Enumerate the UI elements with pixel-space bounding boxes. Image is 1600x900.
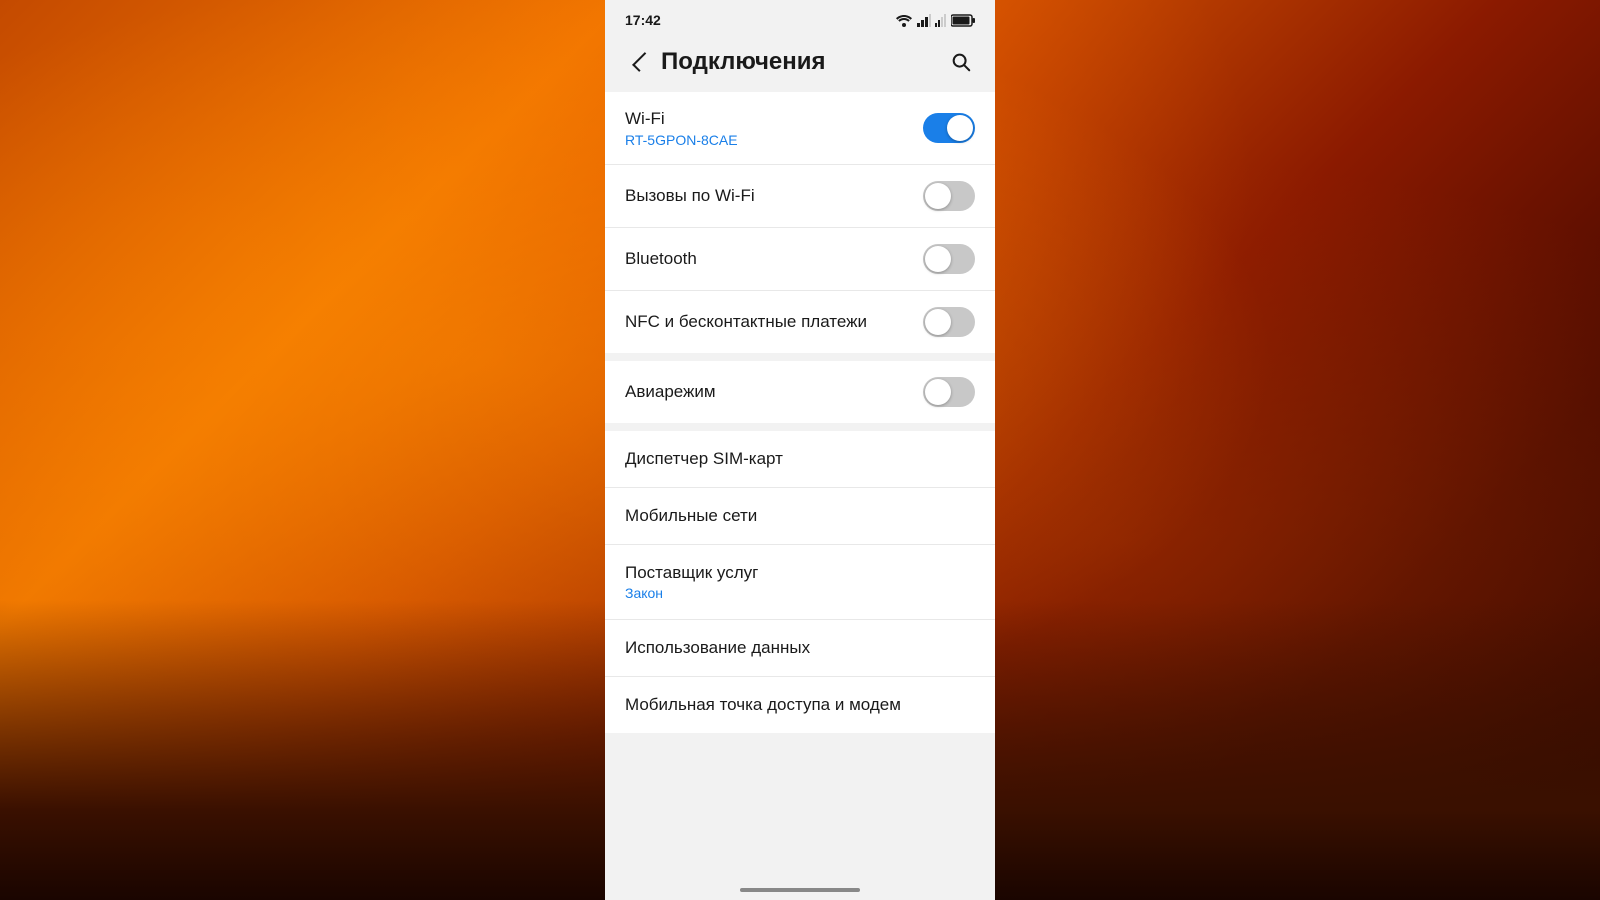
- airplane-item[interactable]: Авиарежим: [605, 361, 995, 423]
- nfc-label: NFC и бесконтактные платежи: [625, 311, 923, 333]
- signal-bars2-icon: [935, 14, 947, 27]
- airplane-text: Авиарежим: [625, 381, 923, 403]
- wifi-sublabel: RT-5GPON-8CAE: [625, 132, 923, 148]
- wifi-text: Wi-Fi RT-5GPON-8CAE: [625, 108, 923, 148]
- sim-manager-item[interactable]: Диспетчер SIM-карт: [605, 431, 995, 488]
- nfc-item[interactable]: NFC и бесконтактные платежи: [605, 291, 995, 353]
- bluetooth-item[interactable]: Bluetooth: [605, 228, 995, 291]
- hotspot-label: Мобильная точка доступа и модем: [625, 695, 901, 715]
- status-bar: 17:42: [605, 0, 995, 36]
- bluetooth-toggle[interactable]: [923, 244, 975, 274]
- mobile-networks-item[interactable]: Мобильные сети: [605, 488, 995, 545]
- service-provider-label: Поставщик услуг: [625, 563, 758, 583]
- bluetooth-label: Bluetooth: [625, 248, 923, 270]
- sim-manager-label: Диспетчер SIM-карт: [625, 449, 783, 469]
- page-title: Подключения: [661, 48, 826, 76]
- service-provider-item[interactable]: Поставщик услуг Закон: [605, 545, 995, 620]
- page-header: Подключения: [605, 36, 995, 92]
- nfc-toggle[interactable]: [923, 307, 975, 337]
- service-provider-sublabel: Закон: [625, 585, 758, 601]
- wifi-label: Wi-Fi: [625, 108, 923, 130]
- wifi-toggle[interactable]: [923, 113, 975, 143]
- section-airplane: Авиарежим: [605, 361, 995, 423]
- mobile-networks-label: Мобильные сети: [625, 506, 757, 526]
- bluetooth-text: Bluetooth: [625, 248, 923, 270]
- airplane-toggle-thumb: [925, 379, 951, 405]
- section-connectivity: Wi-Fi RT-5GPON-8CAE Вызовы по Wi-Fi Blue…: [605, 92, 995, 353]
- wifi-calls-text: Вызовы по Wi-Fi: [625, 185, 923, 207]
- airplane-label: Авиарежим: [625, 381, 923, 403]
- search-button[interactable]: [943, 44, 979, 80]
- data-usage-item[interactable]: Использование данных: [605, 620, 995, 677]
- service-provider-text: Поставщик услуг Закон: [625, 563, 758, 601]
- home-bar: [740, 888, 860, 892]
- wifi-calls-toggle[interactable]: [923, 181, 975, 211]
- home-indicator: [605, 880, 995, 900]
- settings-scroll[interactable]: Wi-Fi RT-5GPON-8CAE Вызовы по Wi-Fi Blue…: [605, 92, 995, 880]
- battery-icon: [951, 14, 975, 27]
- back-button[interactable]: [621, 44, 657, 80]
- nfc-toggle-thumb: [925, 309, 951, 335]
- wifi-item[interactable]: Wi-Fi RT-5GPON-8CAE: [605, 92, 995, 165]
- status-icons: [895, 14, 975, 27]
- wifi-calls-toggle-thumb: [925, 183, 951, 209]
- section-nav: Диспетчер SIM-карт Мобильные сети Постав…: [605, 431, 995, 733]
- signal-bars-icon: [917, 14, 931, 27]
- wifi-signal-icon: [895, 14, 913, 27]
- data-usage-label: Использование данных: [625, 638, 810, 658]
- back-chevron-icon: [632, 52, 652, 72]
- header-left: Подключения: [621, 44, 826, 80]
- hotspot-item[interactable]: Мобильная точка доступа и модем: [605, 677, 995, 733]
- phone-screen: 17:42: [605, 0, 995, 900]
- airplane-toggle[interactable]: [923, 377, 975, 407]
- status-time: 17:42: [625, 12, 661, 28]
- nfc-text: NFC и бесконтактные платежи: [625, 311, 923, 333]
- wifi-calls-label: Вызовы по Wi-Fi: [625, 185, 923, 207]
- wifi-toggle-thumb: [947, 115, 973, 141]
- wifi-calls-item[interactable]: Вызовы по Wi-Fi: [605, 165, 995, 228]
- bluetooth-toggle-thumb: [925, 246, 951, 272]
- search-icon: [950, 51, 972, 73]
